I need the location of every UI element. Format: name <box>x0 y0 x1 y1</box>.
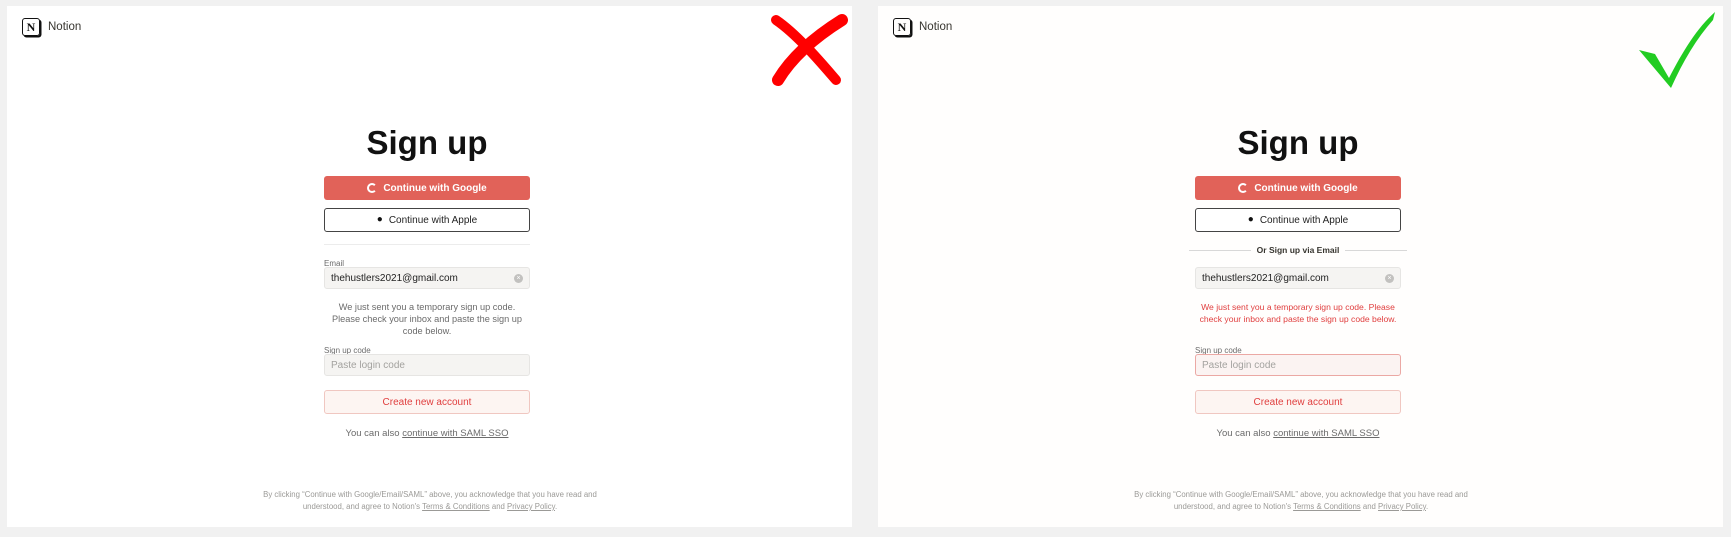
email-field[interactable]: thehustlers2021@gmail.com × <box>1195 267 1401 289</box>
page-title: Sign up <box>366 124 488 161</box>
privacy-link[interactable]: Privacy Policy <box>1378 502 1426 511</box>
brand[interactable]: N Notion <box>22 18 81 36</box>
sso-line: You can also continue with SAML SSO <box>1165 428 1431 439</box>
continue-apple-label: Continue with Apple <box>388 214 478 226</box>
divider-label: Or Sign up via Email <box>1256 245 1340 255</box>
sso-prefix: You can also <box>345 428 403 439</box>
check-mark-icon <box>1639 12 1715 88</box>
brand[interactable]: N Notion <box>893 18 952 36</box>
divider-line <box>1189 249 1251 251</box>
saml-sso-link[interactable]: continue with SAML SSO <box>402 428 508 439</box>
signup-code-placeholder: Paste login code <box>331 359 405 371</box>
footer-end: . <box>554 502 558 511</box>
apple-icon: ● <box>376 214 383 225</box>
apple-icon: ● <box>1247 214 1254 225</box>
brand-name: Notion <box>48 21 82 33</box>
left-panel: N Notion Sign up Continue with Google ● … <box>7 6 852 527</box>
continue-apple-label: Continue with Apple <box>1259 214 1349 226</box>
continue-apple-button[interactable]: ● Continue with Apple <box>324 208 530 232</box>
continue-google-label: Continue with Google <box>383 182 487 194</box>
create-account-label: Create new account <box>382 396 472 408</box>
sso-prefix: You can also <box>1216 428 1274 439</box>
continue-apple-button[interactable]: ● Continue with Apple <box>1195 208 1401 232</box>
code-sent-message: We just sent you a temporary sign up cod… <box>1199 302 1397 324</box>
email-divider: Or Sign up via Email <box>1189 245 1408 255</box>
continue-google-button[interactable]: Continue with Google <box>1195 176 1401 200</box>
clear-icon[interactable]: × <box>514 273 523 283</box>
right-panel: N Notion Sign up Continue with Google ● … <box>878 6 1723 527</box>
create-account-button[interactable]: Create new account <box>1195 390 1401 414</box>
clear-icon[interactable]: × <box>1385 273 1394 283</box>
signup-code-input[interactable]: Paste login code <box>1195 354 1401 376</box>
email-value: thehustlers2021@gmail.com <box>331 272 458 284</box>
notion-logo-icon: N <box>22 18 40 36</box>
page-title: Sign up <box>1237 124 1359 161</box>
email-value: thehustlers2021@gmail.com <box>1202 272 1329 284</box>
legal-footer: By clicking “Continue with Google/Email/… <box>253 489 607 513</box>
brand-name: Notion <box>919 21 953 33</box>
legal-footer: By clicking “Continue with Google/Email/… <box>1124 489 1478 513</box>
divider-line <box>1345 249 1408 251</box>
continue-google-button[interactable]: Continue with Google <box>324 176 530 200</box>
google-icon <box>1238 183 1249 193</box>
terms-link[interactable]: Terms & Conditions <box>422 502 490 511</box>
email-field[interactable]: thehustlers2021@gmail.com × <box>324 267 530 289</box>
terms-link[interactable]: Terms & Conditions <box>1293 502 1361 511</box>
saml-sso-link[interactable]: continue with SAML SSO <box>1273 428 1379 439</box>
google-icon <box>367 183 378 193</box>
divider <box>324 244 530 245</box>
footer-and: and <box>489 502 508 511</box>
signup-code-placeholder: Paste login code <box>1202 359 1276 371</box>
cross-mark-icon <box>771 14 848 86</box>
create-account-button[interactable]: Create new account <box>324 390 530 414</box>
privacy-link[interactable]: Privacy Policy <box>507 502 555 511</box>
code-sent-message: We just sent you a temporary sign up cod… <box>332 302 522 336</box>
notion-logo-icon: N <box>893 18 911 36</box>
create-account-label: Create new account <box>1253 396 1343 408</box>
signup-code-input[interactable]: Paste login code <box>324 354 530 376</box>
continue-google-label: Continue with Google <box>1254 182 1358 194</box>
footer-end: . <box>1425 502 1429 511</box>
sso-line: You can also continue with SAML SSO <box>294 428 560 439</box>
footer-and: and <box>1360 502 1379 511</box>
